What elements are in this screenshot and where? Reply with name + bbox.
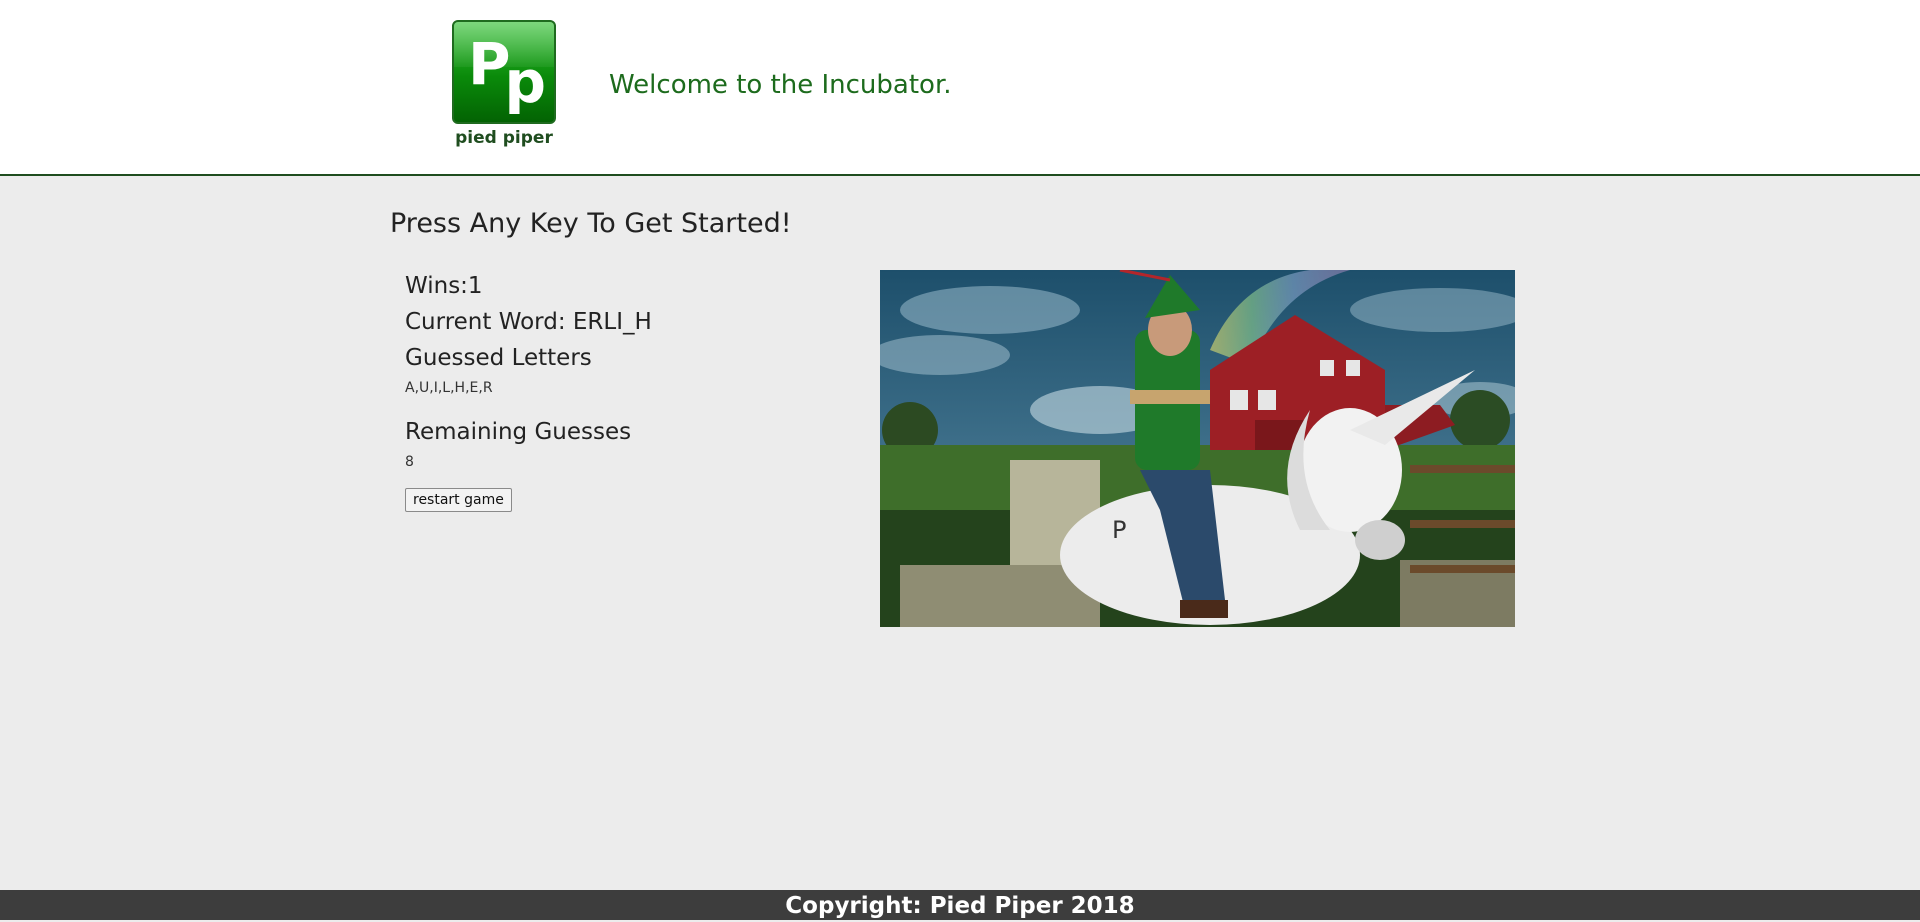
start-prompt: Press Any Key To Get Started! bbox=[390, 208, 792, 239]
guessed-letters-heading: Guessed Letters bbox=[405, 345, 592, 371]
current-word: Current Word: ERLI_H bbox=[405, 309, 652, 335]
logo-letter-upper: P bbox=[467, 30, 510, 98]
man-riding-unicorn-photo: P bbox=[880, 270, 1515, 627]
pied-piper-logo[interactable]: P p pied piper bbox=[452, 20, 556, 148]
svg-text:P: P bbox=[1112, 516, 1126, 544]
logo-letter-lower: p bbox=[504, 48, 545, 116]
logo-icon: P p bbox=[452, 20, 556, 124]
guessed-letters-value: A,U,I,L,H,E,R bbox=[405, 380, 493, 396]
site-header: P p pied piper Welcome to the Incubator. bbox=[0, 0, 1920, 176]
logo-wordmark: pied piper bbox=[455, 128, 553, 148]
wins-counter: Wins:1 bbox=[405, 273, 483, 299]
game-stats: Wins:1 Current Word: ERLI_H Guessed Lett… bbox=[405, 268, 652, 512]
remaining-guesses-heading: Remaining Guesses bbox=[405, 419, 632, 445]
remaining-guesses-value: 8 bbox=[405, 454, 414, 470]
welcome-heading: Welcome to the Incubator. bbox=[609, 70, 952, 100]
site-footer: Copyright: Pied Piper 2018 bbox=[0, 890, 1920, 920]
restart-game-button[interactable]: restart game bbox=[405, 488, 512, 512]
